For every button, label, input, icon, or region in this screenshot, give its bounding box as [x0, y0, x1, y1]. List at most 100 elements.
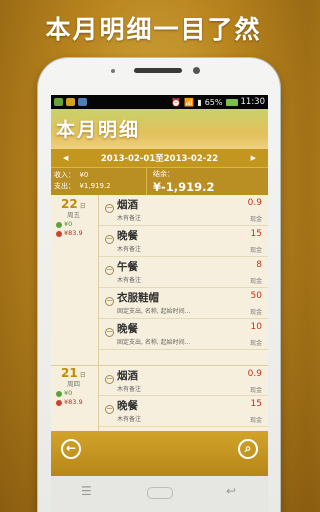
minus-icon[interactable]: −	[105, 204, 114, 213]
promo-headline: 本月明细一目了然	[45, 15, 262, 44]
day-number: 21	[61, 366, 78, 380]
entry-payment: 现金	[249, 278, 262, 285]
entry-payment: 现金	[249, 387, 262, 394]
bottom-toolbar: ← ⌕	[51, 431, 268, 476]
entry-name: 烟酒	[117, 370, 138, 382]
entry-amount: 8	[256, 260, 262, 270]
front-camera	[193, 67, 200, 74]
list-item[interactable]: − 烟酒 木有备注 0.9 现金	[99, 195, 268, 226]
earpiece	[134, 68, 182, 73]
day-unit: 日	[79, 372, 86, 379]
entry-note: 木有备注	[117, 416, 142, 423]
list-item[interactable]: − 午餐 木有备注 8 现金	[99, 257, 268, 288]
day-group-header: 21 日 周四 ¥0 ¥83.9	[51, 365, 99, 431]
entry-amount: 50	[250, 291, 262, 301]
image-icon	[78, 98, 87, 106]
income-label: 收入：	[54, 171, 75, 179]
entry-note: 固定支出, 名称, 起始时间...	[117, 339, 191, 346]
income-expense-summary: 收入： ¥0 支出： ¥1,919.2	[51, 168, 147, 195]
weekday: 周五	[67, 211, 80, 219]
list-item[interactable]: − 晚餐 木有备注 15 现金	[99, 396, 268, 427]
battery-icon	[225, 98, 238, 106]
day-expense-value: ¥83.9	[64, 229, 83, 237]
screen: ⏰ 📶 ▮ 65% 11:30 本月明细 ◀ 2013-02-01至2013-0…	[51, 95, 268, 476]
minus-icon[interactable]: −	[105, 266, 114, 275]
entry-amount: 10	[250, 322, 262, 332]
minus-icon[interactable]: −	[105, 405, 114, 414]
day-group-header: 22 日 周五 ¥0 ¥83.9	[51, 195, 99, 365]
date-range[interactable]: 2013-02-01至2013-02-22	[101, 152, 218, 164]
status-right: ⏰ 📶 ▮ 65% 11:30	[171, 97, 265, 107]
clock: 11:30	[240, 97, 266, 107]
weekday: 周四	[67, 380, 80, 388]
day-unit: 日	[79, 203, 86, 210]
entry-name: 晚餐	[117, 323, 138, 335]
day-expense-value: ¥83.9	[64, 398, 83, 406]
expense-value: ¥1,919.2	[79, 182, 111, 190]
phone-frame: ⏰ 📶 ▮ 65% 11:30 本月明细 ◀ 2013-02-01至2013-0…	[38, 58, 280, 512]
entry-amount: 0.9	[247, 198, 262, 208]
signal-icon: ▮	[197, 97, 202, 107]
home-button[interactable]	[147, 487, 173, 499]
minus-icon[interactable]: −	[105, 375, 114, 384]
income-dot-icon	[56, 221, 62, 228]
date-range-bar: ◀ 2013-02-01至2013-02-22 ▶	[51, 149, 268, 167]
alarm-icon: ⏰	[171, 97, 182, 107]
entry-payment: 现金	[249, 340, 262, 347]
entry-amount: 15	[250, 229, 262, 239]
back-key-icon[interactable]: ↩	[226, 484, 236, 498]
entry-name: 烟酒	[117, 199, 138, 211]
balance-label: 结余：	[153, 170, 174, 178]
entry-name: 衣服鞋帽	[117, 292, 159, 304]
expense-label: 支出：	[54, 182, 75, 190]
status-bar: ⏰ 📶 ▮ 65% 11:30	[51, 95, 268, 109]
day-expense: ¥83.9	[51, 229, 98, 238]
transaction-list[interactable]: 22 日 周五 ¥0 ¥83.9 − 烟酒 木有备注 0.9 现金 − 晚餐 木有…	[51, 195, 268, 431]
entry-note: 木有备注	[117, 386, 142, 393]
entry-note: 木有备注	[117, 246, 142, 253]
wifi-icon: 📶	[184, 97, 195, 107]
entry-note: 固定支出, 名称, 起始时间...	[117, 308, 191, 315]
day-income-value: ¥0	[64, 220, 73, 228]
summary-panel: 收入： ¥0 支出： ¥1,919.2 结余： ¥-1,919.2	[51, 167, 268, 195]
entry-payment: 现金	[249, 309, 262, 316]
entry-payment: 现金	[249, 216, 262, 223]
day-income: ¥0	[51, 389, 98, 398]
next-range-icon[interactable]: ▶	[251, 154, 256, 162]
minus-icon[interactable]: −	[105, 297, 114, 306]
hardware-keys: ☰ ↩	[51, 476, 268, 512]
entry-note: 木有备注	[117, 277, 142, 284]
entry-payment: 现金	[249, 417, 262, 424]
entry-name: 晚餐	[117, 400, 138, 412]
app-notification-icon	[54, 98, 63, 106]
entry-amount: 0.9	[247, 369, 262, 379]
prev-range-icon[interactable]: ◀	[63, 154, 68, 162]
day-number: 22	[61, 197, 78, 211]
sensor	[111, 69, 115, 73]
minus-icon[interactable]: −	[105, 328, 114, 337]
expense-dot-icon	[56, 399, 62, 406]
entry-payment: 现金	[249, 247, 262, 254]
entry-amount: 15	[250, 399, 262, 409]
battery-percent: 65%	[204, 97, 223, 107]
list-item[interactable]: − 晚餐 木有备注 15 现金	[99, 226, 268, 257]
minus-icon[interactable]: −	[105, 235, 114, 244]
list-item[interactable]: − 晚餐 固定支出, 名称, 起始时间... 10 现金	[99, 319, 268, 350]
entry-name: 晚餐	[117, 230, 138, 242]
list-item[interactable]: − 烟酒 木有备注 0.9 现金	[99, 365, 268, 396]
search-icon[interactable]: ⌕	[238, 439, 258, 459]
day-income: ¥0	[51, 220, 98, 229]
back-arrow-icon[interactable]: ←	[61, 439, 81, 459]
list-item[interactable]: − 衣服鞋帽 固定支出, 名称, 起始时间... 50 现金	[99, 288, 268, 319]
entry-name: 午餐	[117, 261, 138, 273]
income-dot-icon	[56, 390, 62, 397]
entry-note: 木有备注	[117, 215, 142, 222]
day-income-value: ¥0	[64, 389, 73, 397]
page-title: 本月明细	[56, 119, 141, 141]
title-bar: 本月明细	[51, 109, 268, 149]
balance-value: ¥-1,919.2	[153, 180, 215, 194]
balance-summary: 结余： ¥-1,919.2	[147, 168, 268, 195]
expense-dot-icon	[56, 230, 62, 237]
notification-icon	[66, 98, 75, 106]
menu-key-icon[interactable]: ☰	[81, 484, 92, 498]
